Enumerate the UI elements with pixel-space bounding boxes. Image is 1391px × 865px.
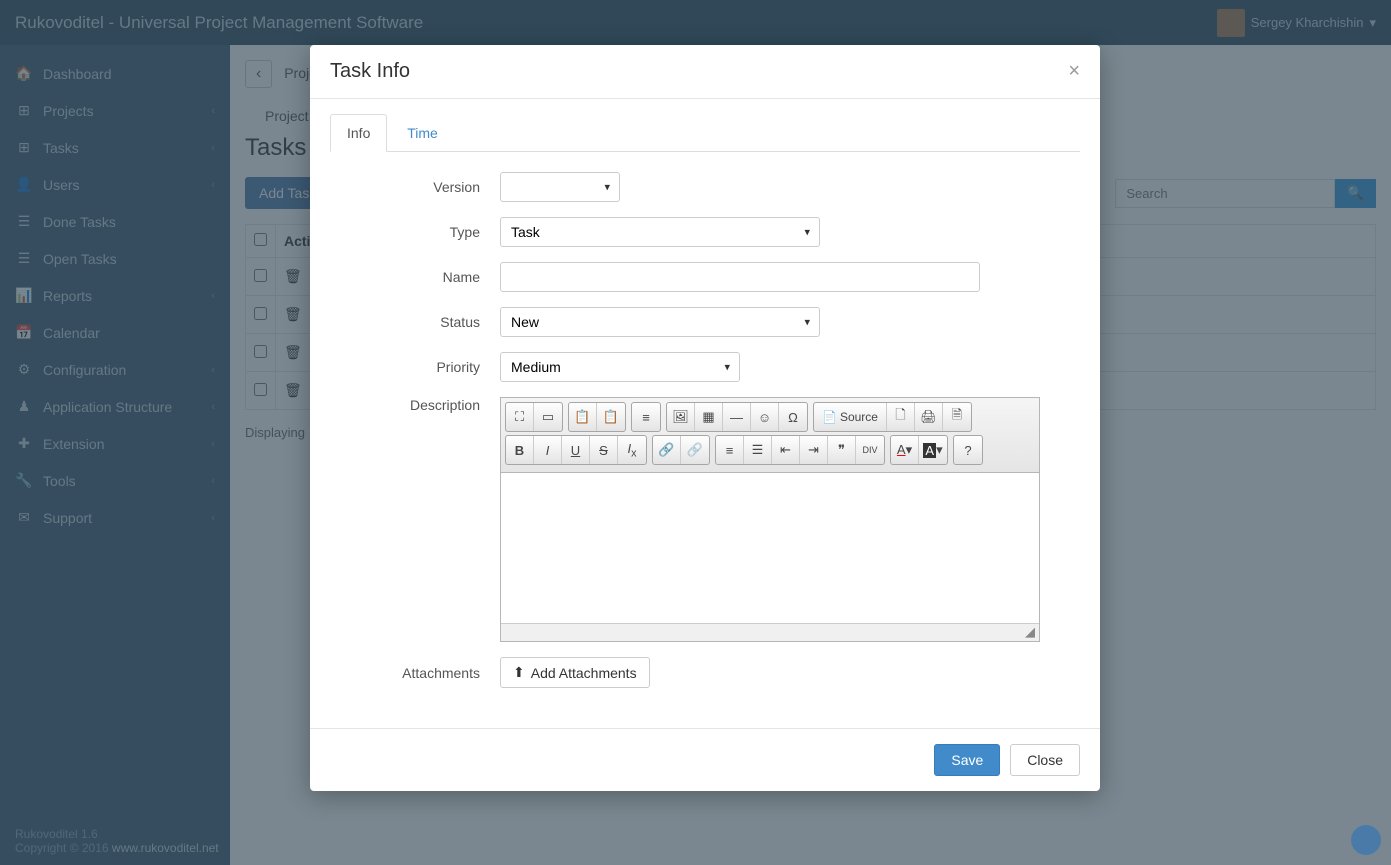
modal-close-button[interactable]: × bbox=[1068, 60, 1080, 83]
select-type[interactable]: Task bbox=[500, 217, 820, 247]
bullet-list-button[interactable]: ☰ bbox=[744, 436, 772, 464]
strike-button[interactable]: S bbox=[590, 436, 618, 464]
print-icon: 🖨 bbox=[920, 409, 937, 425]
link-button[interactable]: 🔗 bbox=[653, 436, 681, 464]
maximize-icon: ⛶ bbox=[515, 409, 524, 425]
rich-text-editor: ⛶ ▭ 📋 📋 ≡ 🖼 bbox=[500, 397, 1040, 642]
text-color-button[interactable]: A▾ bbox=[891, 436, 919, 464]
omega-icon: Ω bbox=[788, 410, 798, 425]
source-icon: 📄 bbox=[822, 410, 837, 424]
smiley-button[interactable]: ☺ bbox=[751, 403, 779, 431]
ul-icon: ☰ bbox=[752, 442, 764, 458]
bold-icon: B bbox=[515, 443, 524, 458]
quote-icon: ❞ bbox=[838, 442, 845, 458]
form-row-attachments: Attachments ⬆ Add Attachments bbox=[330, 657, 1080, 688]
tabs: Info Time bbox=[330, 114, 1080, 152]
show-blocks-button[interactable]: ▭ bbox=[534, 403, 562, 431]
help-icon: ? bbox=[964, 443, 971, 458]
unlink-button[interactable]: 🔗 bbox=[681, 436, 709, 464]
editor-textarea[interactable] bbox=[501, 473, 1039, 623]
form-row-status: Status New bbox=[330, 307, 1080, 337]
page-icon: 🗋 bbox=[895, 406, 905, 428]
label-attachments: Attachments bbox=[330, 665, 500, 681]
blocks-icon: ▭ bbox=[542, 409, 554, 425]
modal-header: Task Info × bbox=[310, 45, 1100, 98]
close-button[interactable]: Close bbox=[1010, 744, 1080, 776]
task-info-modal: Task Info × Info Time Version Type Task … bbox=[310, 45, 1100, 791]
div-button[interactable]: DIV bbox=[856, 436, 884, 464]
modal-footer: Save Close bbox=[310, 728, 1100, 791]
bg-color-icon: A bbox=[923, 443, 936, 458]
label-version: Version bbox=[330, 179, 500, 195]
paste-icon: 📋 bbox=[574, 409, 590, 425]
upload-icon: ⬆ bbox=[513, 664, 525, 681]
label-name: Name bbox=[330, 269, 500, 285]
save-button[interactable]: Save bbox=[934, 744, 1000, 776]
div-icon: DIV bbox=[862, 445, 877, 455]
strike-icon: S bbox=[599, 443, 608, 458]
select-status[interactable]: New bbox=[500, 307, 820, 337]
editor-toolbar: ⛶ ▭ 📋 📋 ≡ 🖼 bbox=[501, 398, 1039, 473]
bg-color-button[interactable]: A▾ bbox=[919, 436, 947, 464]
label-type: Type bbox=[330, 224, 500, 240]
form-row-description: Description ⛶ ▭ 📋 📋 bbox=[330, 397, 1080, 642]
indent-button[interactable]: ⇥ bbox=[800, 436, 828, 464]
add-attachments-label: Add Attachments bbox=[531, 665, 637, 681]
italic-icon: I bbox=[546, 443, 550, 458]
select-version[interactable] bbox=[500, 172, 620, 202]
print-button[interactable]: 🖨 bbox=[915, 403, 943, 431]
form-row-priority: Priority Medium bbox=[330, 352, 1080, 382]
input-name[interactable] bbox=[500, 262, 980, 292]
templates-icon: 🗎 bbox=[952, 406, 962, 428]
form-row-name: Name bbox=[330, 262, 1080, 292]
modal-body: Info Time Version Type Task Name Status … bbox=[310, 99, 1100, 728]
table-button[interactable]: ▦ bbox=[695, 403, 723, 431]
smiley-icon: ☺ bbox=[758, 410, 771, 425]
outdent-icon: ⇤ bbox=[780, 442, 791, 458]
unlink-icon: 🔗 bbox=[687, 442, 703, 458]
link-icon: 🔗 bbox=[658, 442, 674, 458]
remove-format-icon: ≡ bbox=[642, 410, 650, 425]
tab-info[interactable]: Info bbox=[330, 114, 387, 152]
label-priority: Priority bbox=[330, 359, 500, 375]
new-page-button[interactable]: 🗋 bbox=[887, 403, 915, 431]
select-priority[interactable]: Medium bbox=[500, 352, 740, 382]
close-icon: × bbox=[1068, 60, 1080, 82]
numbered-list-button[interactable]: ≡ bbox=[716, 436, 744, 464]
modal-title: Task Info bbox=[330, 60, 410, 83]
clear-format-button[interactable]: Ix bbox=[618, 436, 646, 464]
maximize-button[interactable]: ⛶ bbox=[506, 403, 534, 431]
ol-icon: ≡ bbox=[726, 443, 734, 458]
clear-format-icon: Ix bbox=[627, 441, 636, 460]
form-row-version: Version bbox=[330, 172, 1080, 202]
paste-button[interactable]: 📋 bbox=[569, 403, 597, 431]
indent-icon: ⇥ bbox=[808, 442, 819, 458]
special-char-button[interactable]: Ω bbox=[779, 403, 807, 431]
quote-button[interactable]: ❞ bbox=[828, 436, 856, 464]
label-status: Status bbox=[330, 314, 500, 330]
editor-resize-handle[interactable]: ◢ bbox=[501, 623, 1039, 641]
form-row-type: Type Task bbox=[330, 217, 1080, 247]
hr-icon: ― bbox=[730, 410, 743, 425]
tab-time[interactable]: Time bbox=[391, 115, 454, 151]
underline-button[interactable]: U bbox=[562, 436, 590, 464]
about-button[interactable]: ? bbox=[954, 436, 982, 464]
underline-icon: U bbox=[571, 443, 580, 458]
image-icon: 🖼 bbox=[672, 409, 689, 425]
paste-text-button[interactable]: 📋 bbox=[597, 403, 625, 431]
bold-button[interactable]: B bbox=[506, 436, 534, 464]
scroll-to-top-button[interactable] bbox=[1351, 825, 1381, 855]
add-attachments-button[interactable]: ⬆ Add Attachments bbox=[500, 657, 650, 688]
table-icon: ▦ bbox=[702, 409, 714, 425]
image-button[interactable]: 🖼 bbox=[667, 403, 695, 431]
paste-text-icon: 📋 bbox=[603, 409, 619, 425]
italic-button[interactable]: I bbox=[534, 436, 562, 464]
hr-button[interactable]: ― bbox=[723, 403, 751, 431]
remove-format-button[interactable]: ≡ bbox=[632, 403, 660, 431]
text-color-icon: A▾ bbox=[897, 442, 912, 458]
templates-button[interactable]: 🗎 bbox=[943, 403, 971, 431]
source-button[interactable]: 📄Source bbox=[814, 403, 887, 431]
outdent-button[interactable]: ⇤ bbox=[772, 436, 800, 464]
label-description: Description bbox=[330, 397, 500, 413]
